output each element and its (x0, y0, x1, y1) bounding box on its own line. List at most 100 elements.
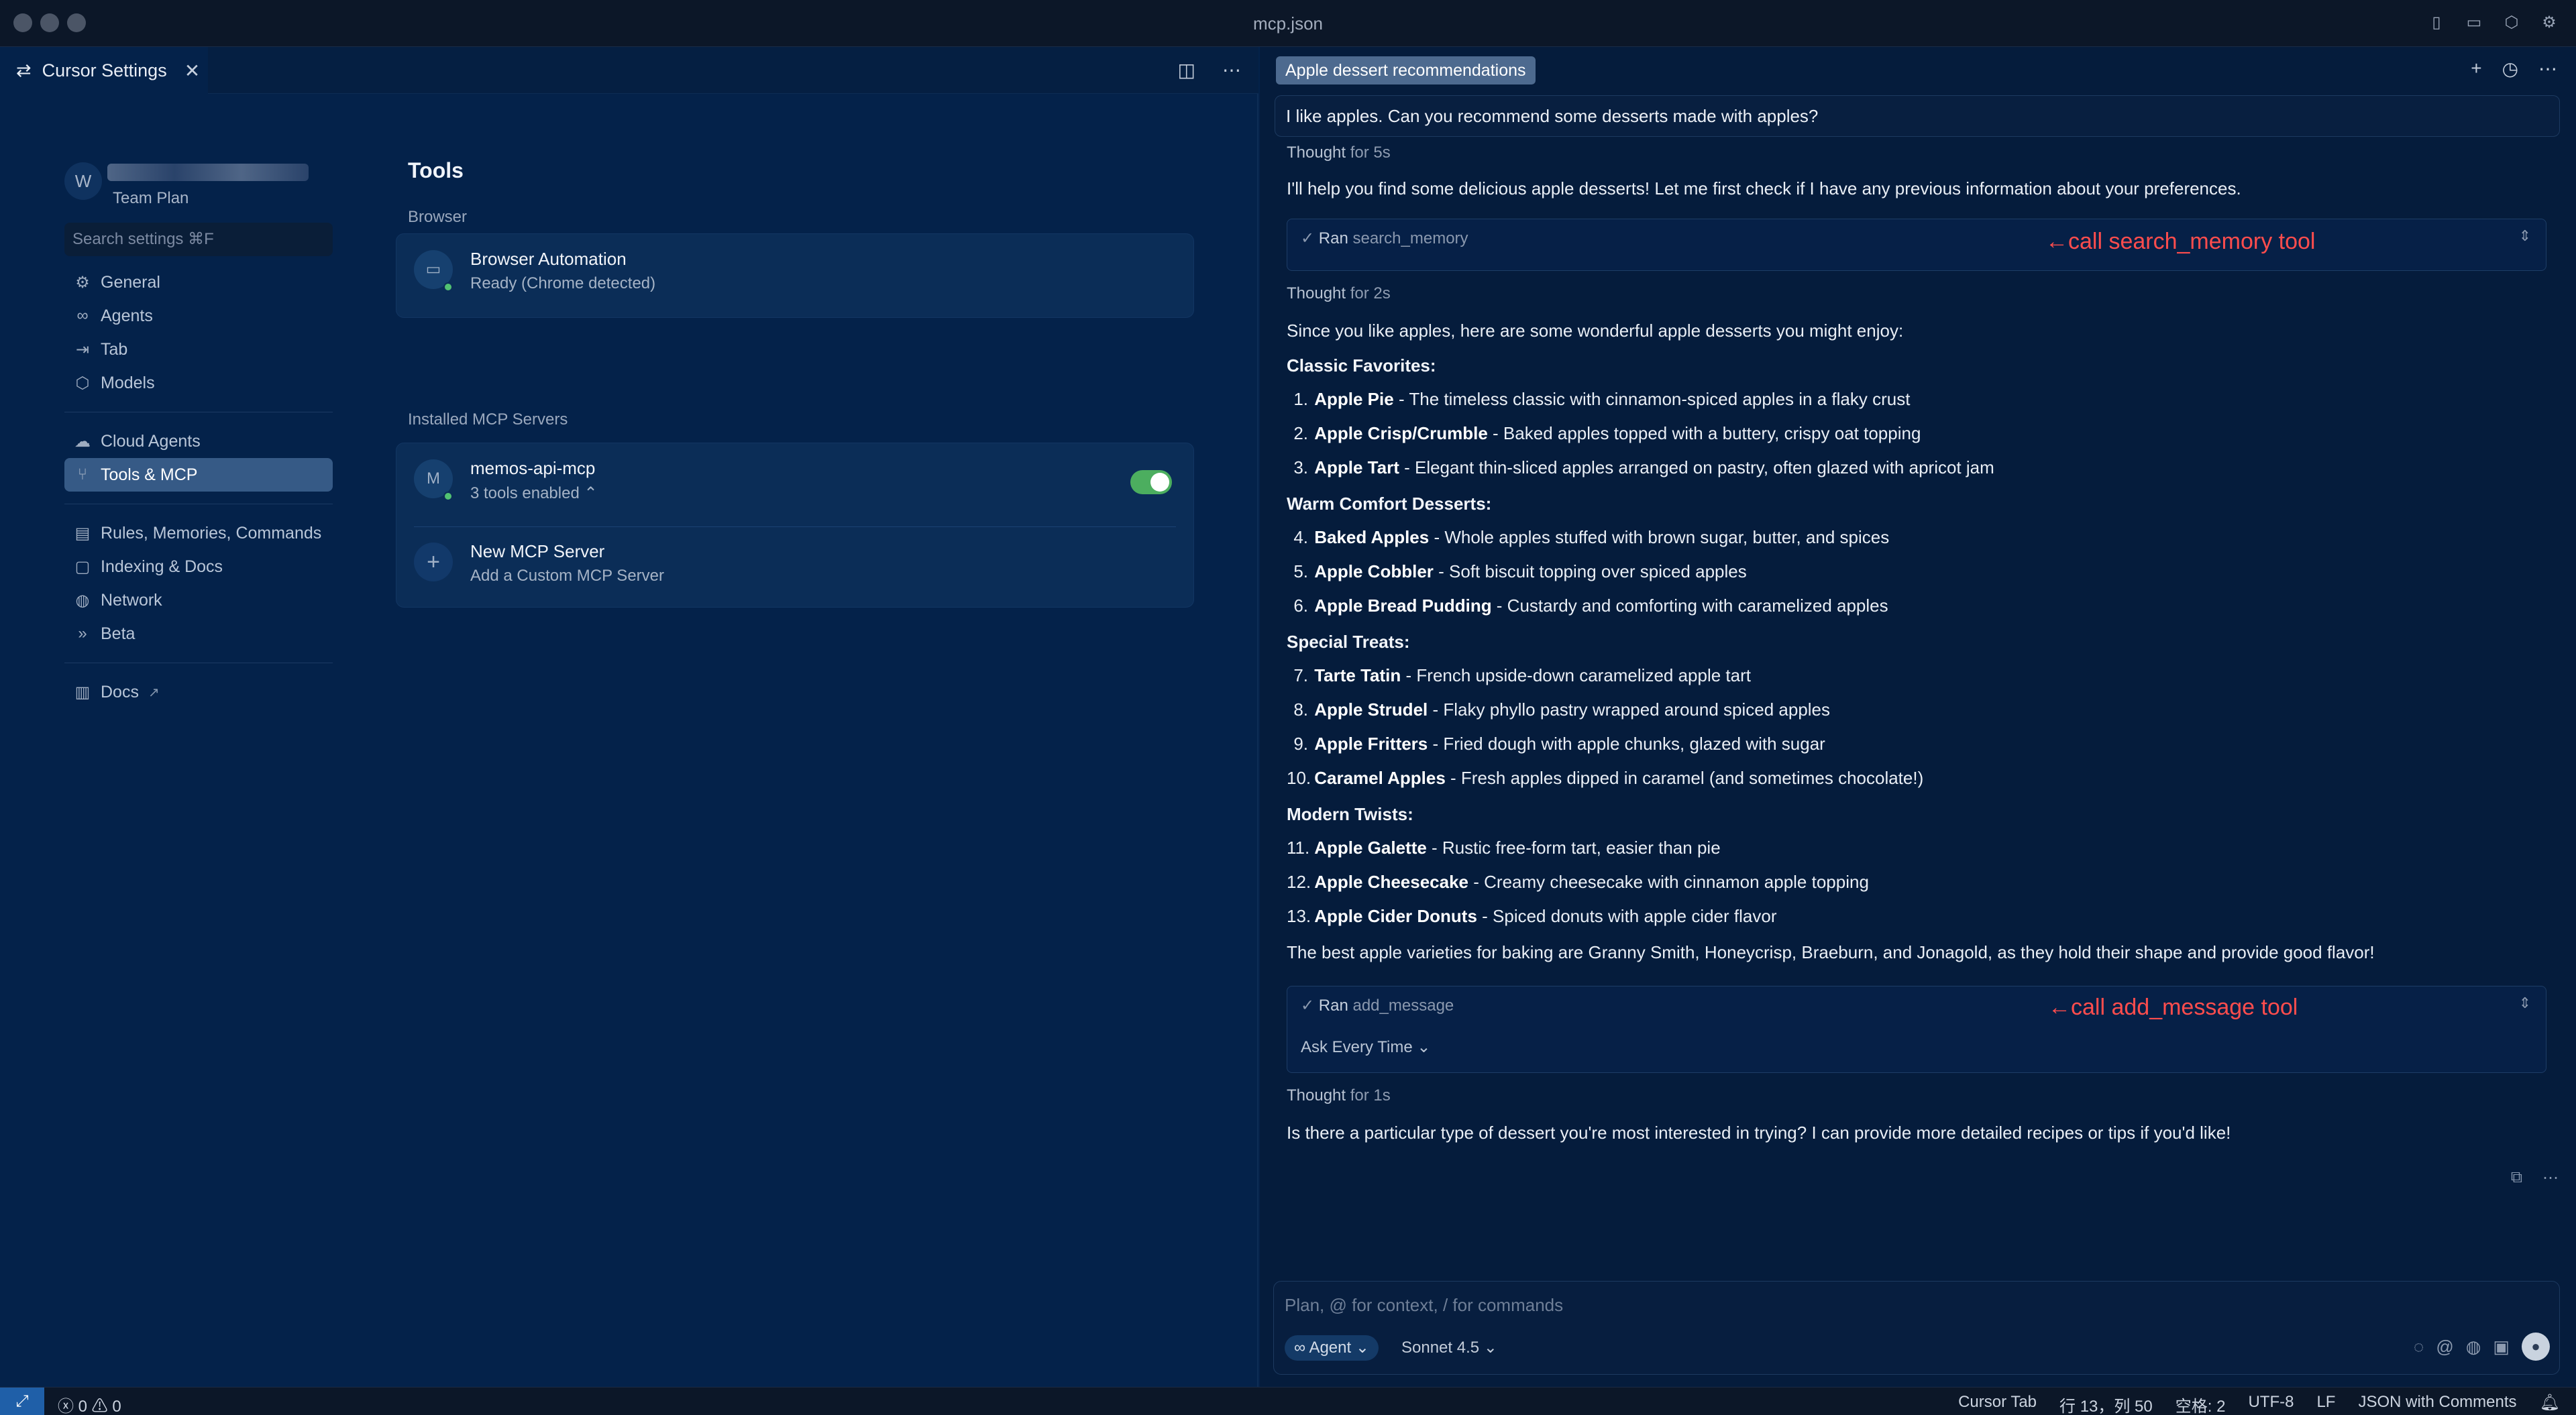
thought-time: for 1s (1350, 1086, 1391, 1105)
tools-icon: ⑂ (77, 465, 88, 484)
tab-label: Cursor Settings (42, 60, 167, 80)
toggle-panel-icon[interactable]: ▭ (2463, 12, 2485, 34)
sidebar-item-models[interactable]: ⬡ Models (64, 366, 333, 400)
split-editor-icon[interactable]: ◫ (1178, 59, 1195, 81)
composer[interactable]: Plan, @ for context, / for commands ∞ Ag… (1273, 1281, 2560, 1375)
chevron-updown-icon[interactable]: ⇕ (2519, 995, 2531, 1012)
arrow-right-icon: ⇥ (75, 340, 90, 359)
nav-label: Beta (101, 624, 136, 643)
status-bar: ⤢ ⓧ 0 ⚠ 0 Cursor Tab 行 13，列 50 空格: 2 UTF… (0, 1387, 2576, 1415)
remote-icon[interactable]: ⤢ (0, 1388, 44, 1415)
annotation: ←call add_message tool (2048, 995, 2298, 1020)
chevron-down-icon: ⌄ (1483, 1339, 1497, 1357)
browser-card: ▭ Browser Automation Ready (Chrome detec… (396, 233, 1194, 318)
plus-icon: + (414, 543, 453, 581)
thought-indicator[interactable]: Thought for 1s (1287, 1086, 1391, 1105)
model-selector[interactable]: Sonnet 4.5 ⌄ (1401, 1338, 1497, 1357)
globe-icon: ◍ (75, 591, 90, 610)
bell-icon[interactable]: 🔔︎ (2540, 1393, 2560, 1415)
chat-header: Apple dessert recommendations + ◷ ⋯ (1260, 47, 2576, 94)
language-mode[interactable]: JSON with Comments (2358, 1393, 2516, 1415)
nav-label: Rules, Memories, Commands (101, 523, 322, 543)
server-toggle[interactable] (1130, 470, 1172, 494)
thought-label: Thought (1287, 284, 1346, 302)
more-actions-icon[interactable]: ⋯ (2542, 1168, 2559, 1188)
more-actions-icon[interactable]: ⋯ (2538, 58, 2557, 80)
globe-icon[interactable]: ◍ (2466, 1337, 2481, 1357)
sidebar-item-general[interactable]: ⚙ General (64, 266, 333, 299)
server-status[interactable]: 3 tools enabled ⌃ (470, 484, 598, 503)
nav-label: Agents (101, 306, 153, 325)
new-mcp-server-row[interactable]: + New MCP Server Add a Custom MCP Server (396, 526, 1193, 607)
tool-call-search-memory[interactable]: ✓ Ran search_memory ←call search_memory … (1287, 219, 2546, 271)
history-icon[interactable]: ◷ (2502, 58, 2518, 80)
nav-label: Models (101, 373, 155, 392)
section-heading: Modern Twists: (1287, 804, 1413, 824)
clipboard-icon: ▤ (74, 524, 91, 543)
search-settings-input[interactable]: Search settings ⌘F (64, 223, 333, 256)
sidebar-item-tools-mcp[interactable]: ⑂ Tools & MCP (64, 458, 333, 492)
ran-label: Ran (1318, 997, 1348, 1015)
close-tab-icon[interactable]: ✕ (184, 60, 200, 82)
list-item: 13. Apple Cider Donuts - Spiced donuts w… (1287, 906, 1777, 926)
nav-label: Network (101, 590, 162, 610)
thought-indicator[interactable]: Thought for 2s (1287, 284, 1391, 303)
title-bar: mcp.json ▯ ▭ ⬡ ⚙ (0, 0, 2576, 47)
permission-dropdown[interactable]: Ask Every Time ⌄ (1301, 1037, 1430, 1057)
encoding[interactable]: UTF-8 (2248, 1393, 2294, 1415)
composer-input[interactable]: Plan, @ for context, / for commands (1285, 1295, 1563, 1316)
sidebar-item-cloud-agents[interactable]: ☁ Cloud Agents (64, 424, 333, 458)
toggle-sidebar-icon[interactable]: ▯ (2426, 12, 2447, 34)
mcp-server-row[interactable]: M memos-api-mcp 3 tools enabled ⌃ (396, 443, 1193, 524)
mode-label: Agent (1309, 1339, 1352, 1357)
chevron-down-icon: ⌄ (1355, 1339, 1369, 1357)
gear-icon[interactable]: ⚙ (2538, 12, 2560, 34)
list-item: 8. Apple Strudel - Flaky phyllo pastry w… (1293, 699, 1831, 720)
at-mention-icon[interactable]: @ (2436, 1337, 2453, 1357)
cursor-position[interactable]: 行 13，列 50 (2059, 1393, 2153, 1415)
list-item: 6. Apple Bread Pudding - Custardy and co… (1293, 596, 1888, 616)
blurred-username (107, 164, 309, 181)
model-label: Sonnet 4.5 (1401, 1339, 1480, 1357)
tool-call-add-message[interactable]: ✓ Ran add_message ←call add_message tool… (1287, 986, 2546, 1073)
status-dot (443, 282, 453, 292)
permission-label: Ask Every Time (1301, 1038, 1413, 1056)
section-label-browser: Browser (408, 208, 468, 226)
check-icon: ✓ (1301, 229, 1315, 247)
sidebar-item-indexing[interactable]: ▢ Indexing & Docs (64, 550, 333, 583)
section-heading: Warm Comfort Desserts: (1287, 494, 1492, 514)
ran-label: Ran (1318, 229, 1348, 247)
thought-indicator[interactable]: Thought for 5s (1287, 144, 1391, 162)
annotation: ←call search_memory tool (2045, 229, 2316, 254)
more-actions-icon[interactable]: ⋯ (1222, 59, 1241, 81)
microphone-icon[interactable]: ● (2522, 1333, 2550, 1361)
chevron-updown-icon[interactable]: ⇕ (2519, 227, 2531, 245)
browser-automation-row[interactable]: ▭ Browser Automation Ready (Chrome detec… (396, 234, 1193, 315)
mode-selector[interactable]: ∞ Agent ⌄ (1285, 1335, 1379, 1361)
sidebar-item-agents[interactable]: ∞ Agents (64, 299, 333, 333)
copy-icon[interactable]: ⧉ (2511, 1168, 2522, 1188)
nav-label: Tools & MCP (101, 465, 198, 484)
sidebar-item-docs[interactable]: ▥ Docs ↗ (64, 675, 333, 709)
sidebar-item-rules[interactable]: ▤ Rules, Memories, Commands (64, 516, 333, 550)
cursor-tab-status[interactable]: Cursor Tab (1958, 1393, 2037, 1415)
indentation[interactable]: 空格: 2 (2176, 1393, 2226, 1415)
browser-title: Browser Automation (470, 249, 627, 269)
sidebar-item-network[interactable]: ◍ Network (64, 583, 333, 617)
thought-label: Thought (1287, 1086, 1346, 1105)
image-icon[interactable]: ▣ (2493, 1337, 2510, 1357)
thought-time: for 5s (1350, 144, 1391, 162)
line-ending[interactable]: LF (2316, 1393, 2335, 1415)
closing-text: Is there a particular type of dessert yo… (1287, 1123, 2231, 1143)
chevron-down-icon: ⌄ (1417, 1038, 1431, 1056)
tab-cursor-settings[interactable]: ⇄ Cursor Settings ✕ (0, 47, 208, 94)
section-heading: Classic Favorites: (1287, 355, 1436, 376)
user-message[interactable]: I like apples. Can you recommend some de… (1275, 95, 2560, 137)
cube-icon[interactable]: ⬡ (2501, 12, 2522, 34)
problems-indicator[interactable]: ⓧ 0 ⚠ 0 (58, 1393, 121, 1415)
sidebar-item-beta[interactable]: » Beta (64, 617, 333, 650)
new-chat-icon[interactable]: + (2471, 58, 2481, 80)
nav-label: Tab (101, 339, 128, 359)
chat-tab[interactable]: Apple dessert recommendations (1276, 56, 1536, 84)
sidebar-item-tab[interactable]: ⇥ Tab (64, 333, 333, 366)
